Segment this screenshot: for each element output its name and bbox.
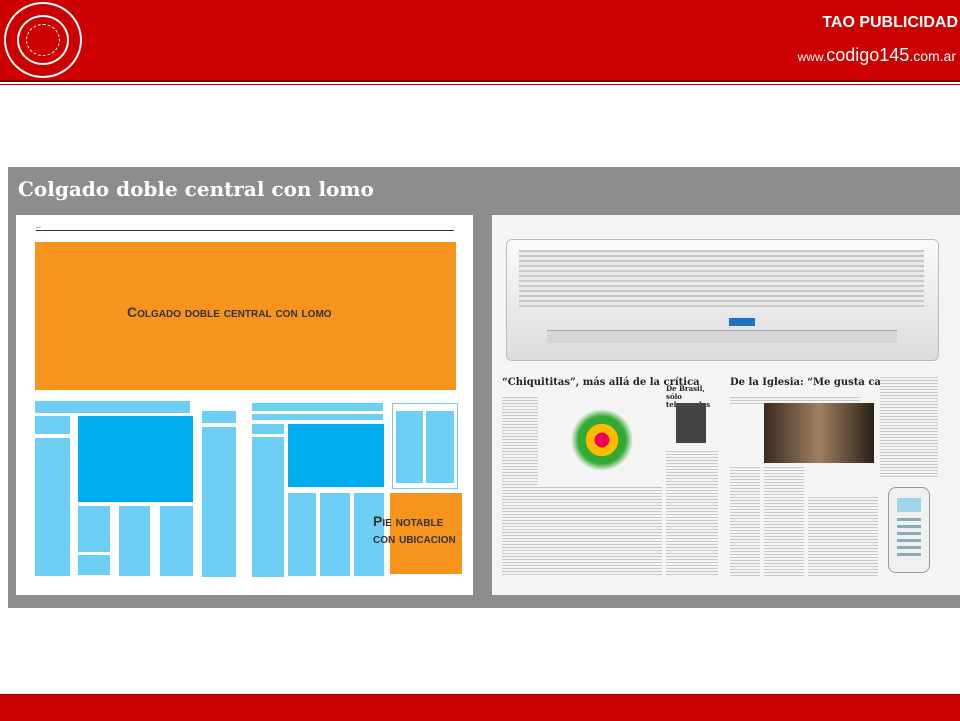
header-bar: TAO PUBLICIDAD www.codigo145.com.ar bbox=[0, 0, 960, 82]
header-divider bbox=[0, 84, 960, 85]
article-text-column bbox=[880, 377, 938, 477]
layout-block bbox=[202, 411, 236, 423]
slide-title: Colgado doble central con lomo bbox=[18, 177, 374, 201]
pie-label-line1: Pie notable bbox=[373, 513, 444, 529]
layout-block bbox=[252, 414, 383, 420]
iglesia-photo bbox=[764, 403, 874, 463]
chiquititas-group-photo bbox=[542, 397, 662, 483]
layout-block bbox=[35, 438, 70, 576]
layout-photo-block bbox=[78, 416, 193, 502]
newspaper-layout-page: ••••• Colgado doble central con lomo Pie… bbox=[16, 215, 473, 595]
layout-block bbox=[426, 411, 454, 483]
layout-block bbox=[160, 506, 193, 576]
remote-control-image bbox=[888, 487, 930, 573]
layout-block bbox=[78, 555, 110, 575]
slide-image: Colgado doble central con lomo ••••• Col… bbox=[8, 167, 960, 608]
colgado-ad-block: Colgado doble central con lomo bbox=[35, 242, 456, 390]
portrait-photo bbox=[676, 403, 706, 443]
colgado-ad-label: Colgado doble central con lomo bbox=[127, 304, 332, 320]
article-text-column bbox=[764, 467, 804, 577]
article-text-column bbox=[808, 497, 878, 577]
agency-name: TAO PUBLICIDAD bbox=[822, 14, 958, 31]
article-text-column bbox=[502, 487, 662, 577]
pie-notable-label: Pie notable con ubicacion bbox=[373, 513, 456, 547]
pie-label-line2: con ubicacion bbox=[373, 530, 456, 546]
page-header-rule bbox=[36, 230, 454, 231]
layout-block bbox=[252, 437, 284, 577]
layout-block bbox=[320, 493, 350, 576]
layout-block bbox=[35, 401, 190, 413]
layout-block bbox=[252, 403, 383, 411]
air-conditioner-image bbox=[506, 239, 939, 361]
article-text-column bbox=[666, 451, 718, 577]
university-seal-icon bbox=[4, 2, 82, 78]
layout-block bbox=[35, 416, 70, 434]
site-domain: codigo145 bbox=[826, 45, 910, 65]
site-www: www. bbox=[797, 50, 827, 64]
website-url: www.codigo145.com.ar bbox=[798, 45, 956, 66]
newspaper-example-page: “Chiquititas”, más allá de la crítica De… bbox=[492, 215, 960, 595]
layout-block bbox=[78, 506, 110, 552]
layout-block bbox=[288, 493, 316, 576]
layout-block bbox=[252, 424, 284, 434]
footer-bar bbox=[0, 694, 960, 721]
layout-block bbox=[202, 427, 236, 577]
site-tld: .com.ar bbox=[909, 48, 956, 64]
article-text-column bbox=[730, 467, 760, 577]
layout-block bbox=[396, 411, 423, 483]
layout-photo-block bbox=[288, 424, 384, 487]
layout-block bbox=[119, 506, 150, 576]
